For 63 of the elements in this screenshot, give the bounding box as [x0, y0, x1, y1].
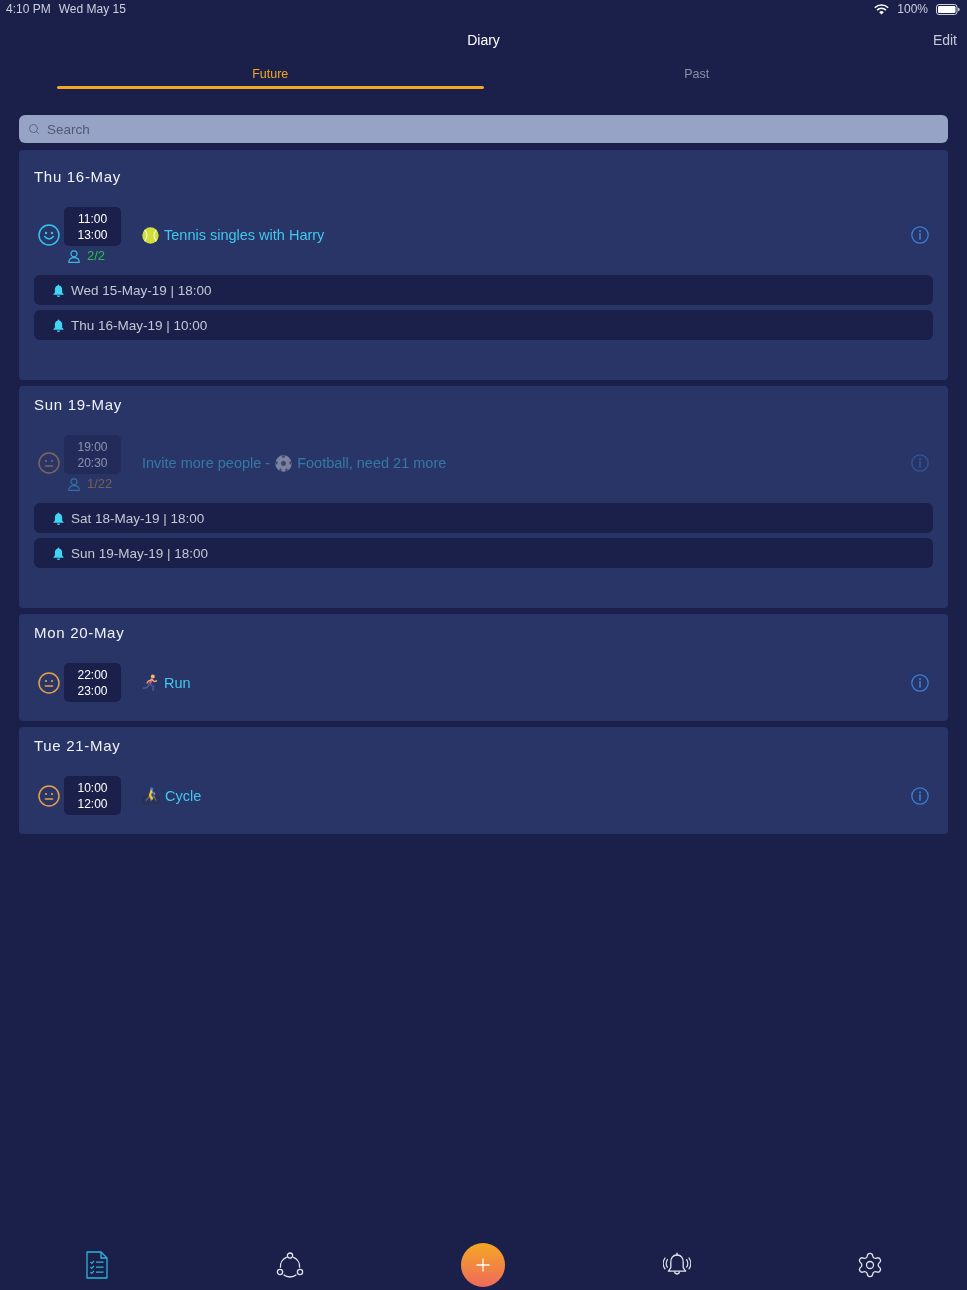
end-time: 13:00 [77, 226, 108, 243]
reminder-time: Thu 16-May-19 | 10:00 [71, 317, 208, 333]
invite-text: Invite more people - [142, 454, 271, 472]
add-button[interactable] [461, 1243, 506, 1287]
info-button[interactable] [911, 673, 929, 692]
info-button[interactable] [911, 226, 929, 244]
battery-icon [936, 3, 960, 15]
reminder-time: Sun 19-May-19 | 18:00 [71, 545, 209, 561]
reminder-row[interactable]: Wed 15-May-19 | 18:00 [34, 275, 933, 305]
search-field[interactable]: Search [19, 115, 948, 143]
search-icon [28, 123, 40, 135]
reminder-row[interactable]: Sun 19-May-19 | 18:00 [34, 538, 933, 568]
circle-nodes-icon [276, 1252, 305, 1278]
day-heading: Sun 19-May [34, 396, 123, 414]
bell-icon [53, 511, 64, 525]
end-time: 12:00 [77, 795, 108, 812]
reminder-row[interactable]: Thu 16-May-19 | 10:00 [34, 310, 933, 340]
attendance-count: 1/22 [87, 477, 113, 491]
reminder-row[interactable]: Sat 18-May-19 | 18:00 [34, 503, 933, 533]
attendance-count: 2/2 [87, 249, 106, 263]
end-time: 20:30 [77, 454, 108, 471]
tennis-ball-icon [142, 226, 159, 244]
day-heading: Mon 20-May [34, 624, 126, 642]
edit-button[interactable]: Edit [932, 32, 957, 48]
soccer-ball-icon [275, 454, 293, 472]
status-date: Wed May 15 [58, 2, 126, 16]
wifi-icon [874, 3, 890, 15]
checklist-document-icon [85, 1251, 108, 1279]
start-time: 10:00 [77, 779, 108, 796]
segment-tab[interactable]: Past [483, 62, 910, 90]
day-heading: Thu 16-May [34, 168, 123, 186]
info-icon [911, 454, 929, 472]
start-time: 22:00 [77, 666, 108, 683]
info-icon [911, 786, 929, 805]
start-time: 19:00 [77, 438, 108, 455]
end-time: 23:00 [77, 682, 108, 699]
start-time: 11:00 [77, 210, 108, 227]
event-title: Football, need 21 more [297, 454, 447, 472]
bell-icon [53, 546, 64, 560]
ringing-bell-icon [662, 1252, 691, 1278]
bell-icon [53, 283, 64, 297]
runner-icon [142, 674, 159, 691]
tab-bar-button[interactable] [276, 1252, 305, 1278]
tab-bar-button[interactable] [85, 1251, 108, 1279]
event-title: Cycle [165, 786, 202, 805]
reminder-time: Wed 15-May-19 | 18:00 [71, 282, 212, 298]
person-icon [68, 249, 80, 263]
info-button[interactable] [911, 786, 929, 805]
bell-icon [53, 318, 64, 332]
info-icon [911, 673, 929, 692]
event-title: Run [164, 673, 191, 692]
segment-tab[interactable]: Future [57, 62, 484, 90]
screen-title: Diary [467, 32, 500, 48]
reminder-time: Sat 18-May-19 | 18:00 [71, 510, 205, 526]
info-icon [911, 226, 929, 244]
status-time: 4:10 PM [6, 2, 51, 16]
person-icon [68, 477, 80, 491]
event-title: Tennis singles with Harry [164, 226, 325, 244]
cyclist-icon [142, 786, 160, 805]
plus-icon [476, 1258, 491, 1272]
tab-bar-button[interactable] [662, 1252, 691, 1278]
day-heading: Tue 21-May [34, 737, 122, 755]
battery-percent: 100% [897, 2, 928, 16]
